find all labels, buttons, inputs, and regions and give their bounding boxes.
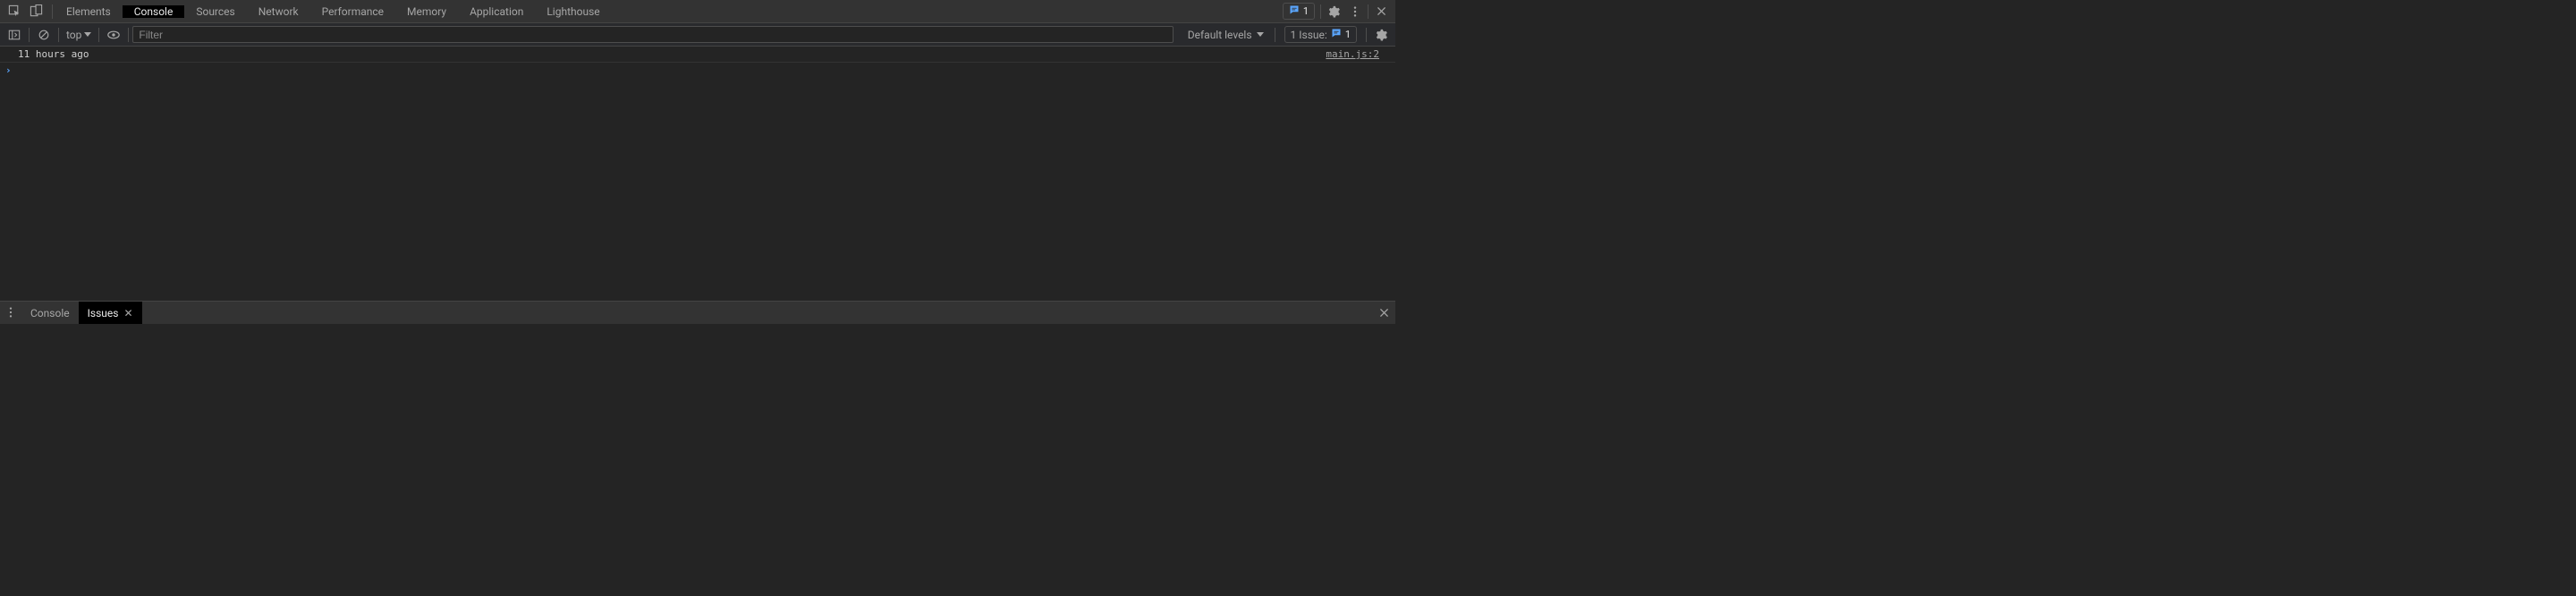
- chevron-right-icon: ›: [5, 64, 12, 76]
- log-source-link[interactable]: main.js:2: [1326, 48, 1388, 60]
- context-label: top: [66, 29, 81, 41]
- close-tab-icon[interactable]: ✕: [123, 307, 132, 319]
- chevron-down-icon: [84, 32, 91, 37]
- drawer-tab-issues[interactable]: Issues ✕: [79, 302, 142, 324]
- drawer-more-icon[interactable]: [0, 302, 21, 323]
- drawer-tab-label: Issues: [88, 307, 119, 319]
- tab-elements[interactable]: Elements: [55, 5, 123, 18]
- context-selector[interactable]: top: [63, 29, 95, 41]
- toggle-sidebar-icon[interactable]: [4, 24, 25, 46]
- message-icon: [1331, 28, 1342, 41]
- tab-header-right: 1: [1283, 0, 1395, 22]
- settings-icon[interactable]: [1323, 1, 1344, 22]
- tab-performance[interactable]: Performance: [310, 5, 395, 18]
- divider: [1366, 28, 1367, 42]
- chevron-down-icon: [1257, 32, 1264, 37]
- divider: [58, 28, 59, 42]
- tab-sources[interactable]: Sources: [184, 5, 246, 18]
- divider: [128, 28, 129, 42]
- toolbar-issues-label: 1 Issue:: [1291, 29, 1327, 41]
- header-issues-pill[interactable]: 1: [1283, 3, 1315, 20]
- console-toolbar: top Default levels 1 Issue: 1: [0, 23, 1395, 47]
- divider: [29, 28, 30, 42]
- levels-label: Default levels: [1188, 29, 1252, 41]
- tab-network[interactable]: Network: [247, 5, 310, 18]
- divider: [52, 4, 53, 19]
- devtools-tab-header: Elements Console Sources Network Perform…: [0, 0, 1395, 23]
- inspect-element-icon[interactable]: [4, 1, 25, 22]
- toolbar-issues-pill[interactable]: 1 Issue: 1: [1284, 26, 1357, 43]
- console-body: 11 hours ago main.js:2 ›: [0, 47, 1395, 301]
- drawer-close-icon[interactable]: [1372, 302, 1395, 324]
- drawer-tabs: Console Issues ✕: [0, 301, 1395, 324]
- tab-header-left: Elements Console Sources Network Perform…: [0, 0, 612, 22]
- toolbar-issues-count: 1: [1345, 29, 1351, 40]
- console-prompt[interactable]: ›: [0, 63, 1395, 78]
- device-toggle-icon[interactable]: [25, 1, 47, 22]
- close-devtools-icon[interactable]: [1370, 1, 1392, 22]
- divider: [98, 28, 99, 42]
- log-row: 11 hours ago main.js:2: [0, 47, 1395, 63]
- header-leading-icons: [0, 1, 50, 22]
- divider: [1320, 4, 1321, 19]
- filter-input[interactable]: [132, 26, 1173, 43]
- tab-console[interactable]: Console: [123, 5, 185, 18]
- tab-lighthouse[interactable]: Lighthouse: [535, 5, 611, 18]
- console-settings-icon[interactable]: [1370, 24, 1392, 46]
- tab-memory[interactable]: Memory: [395, 5, 458, 18]
- tab-application[interactable]: Application: [458, 5, 535, 18]
- clear-console-icon[interactable]: [33, 24, 55, 46]
- log-levels-selector[interactable]: Default levels: [1181, 29, 1271, 41]
- drawer-tab-console[interactable]: Console: [21, 302, 79, 324]
- header-issues-count: 1: [1303, 5, 1309, 17]
- live-expression-icon[interactable]: [103, 24, 124, 46]
- more-icon[interactable]: [1344, 1, 1366, 22]
- message-icon: [1289, 4, 1300, 18]
- log-message: 11 hours ago: [18, 48, 1326, 60]
